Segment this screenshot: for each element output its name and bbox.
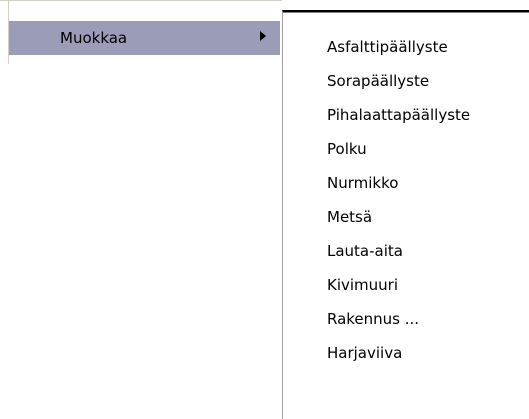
- submenu-item-label: Kivimuuri: [327, 276, 399, 294]
- submenu-item-harjaviiva[interactable]: Harjaviiva: [283, 336, 529, 370]
- submenu-item-nurmikko[interactable]: Nurmikko: [283, 166, 529, 200]
- submenu-item-metsa[interactable]: Metsä: [283, 200, 529, 234]
- menu-item-muokkaa[interactable]: Muokkaa: [9, 21, 280, 55]
- submenu-item-label: Rakennus ...: [327, 310, 420, 328]
- submenu: Asfalttipäällyste Sorapäällyste Pihalaat…: [282, 10, 529, 419]
- submenu-item-polku[interactable]: Polku: [283, 132, 529, 166]
- submenu-item-pihalaattapaallyste[interactable]: Pihalaattapäällyste: [283, 98, 529, 132]
- submenu-item-label: Lauta-aita: [327, 242, 403, 260]
- submenu-item-kivimuuri[interactable]: Kivimuuri: [283, 268, 529, 302]
- submenu-top-shadow: [283, 12, 529, 13]
- submenu-arrow-icon: [260, 31, 266, 41]
- submenu-item-rakennus[interactable]: Rakennus ...: [283, 302, 529, 336]
- submenu-item-label: Pihalaattapäällyste: [327, 106, 471, 124]
- submenu-item-lauta-aita[interactable]: Lauta-aita: [283, 234, 529, 268]
- menu-item-label: Muokkaa: [60, 29, 128, 47]
- menu-top-border: [0, 0, 282, 1]
- submenu-item-label: Asfalttipäällyste: [327, 38, 448, 56]
- submenu-item-sorapaallyste[interactable]: Sorapäällyste: [283, 64, 529, 98]
- submenu-item-label: Metsä: [327, 208, 373, 226]
- submenu-item-label: Polku: [327, 140, 367, 158]
- submenu-item-asfalttipaallyste[interactable]: Asfalttipäällyste: [283, 30, 529, 64]
- submenu-item-label: Sorapäällyste: [327, 72, 430, 90]
- submenu-item-label: Harjaviiva: [327, 344, 403, 362]
- submenu-item-label: Nurmikko: [327, 174, 399, 192]
- parent-menu: Muokkaa: [0, 0, 282, 64]
